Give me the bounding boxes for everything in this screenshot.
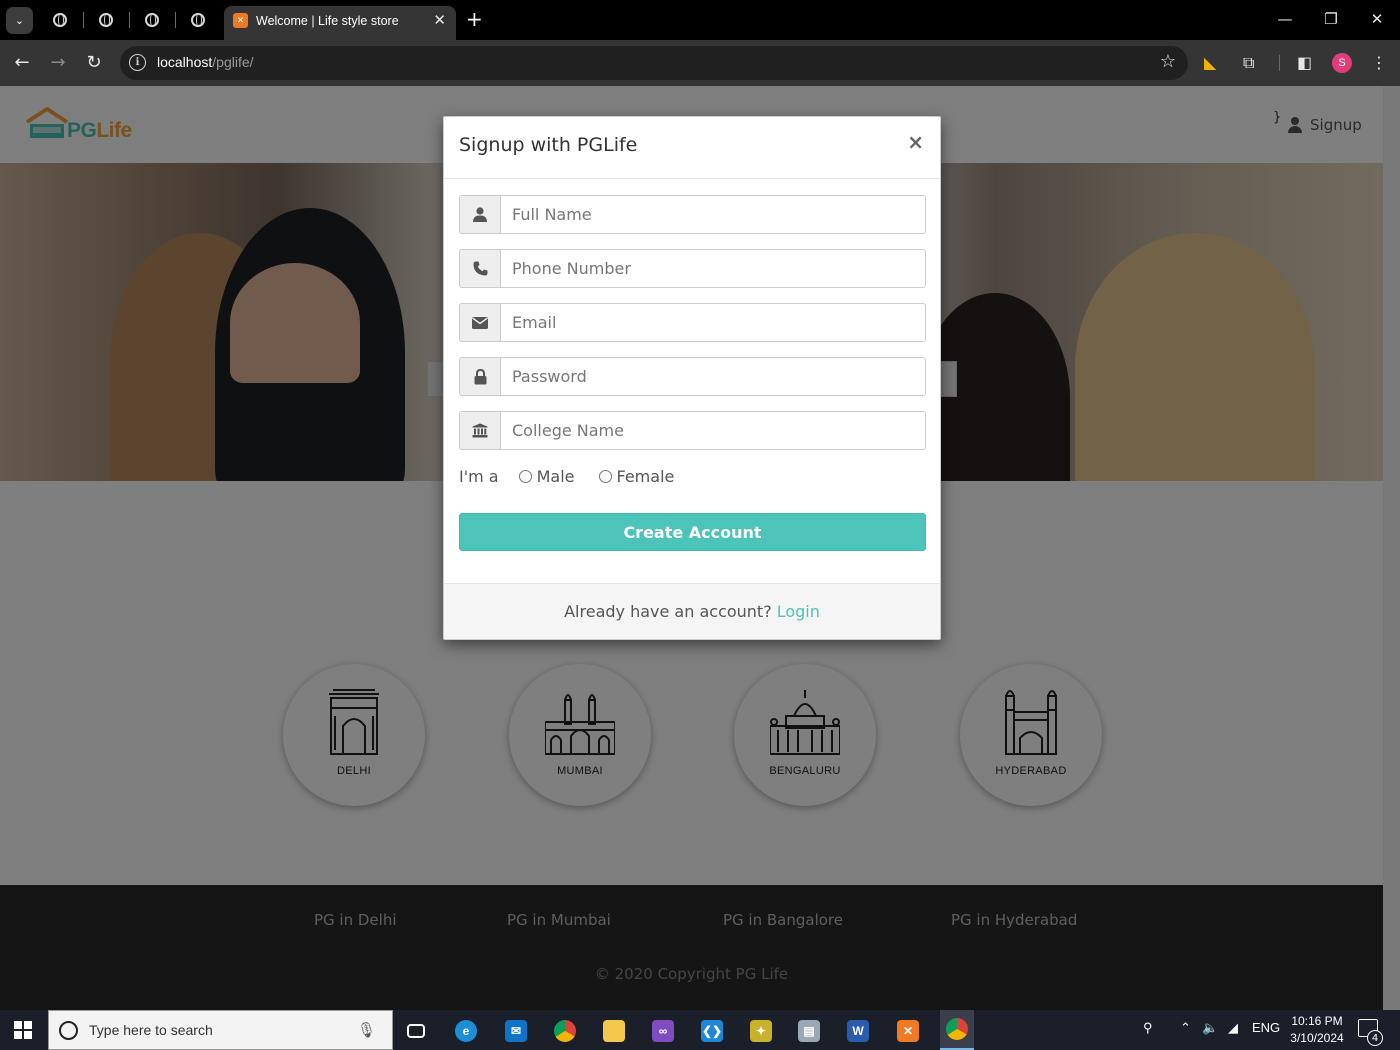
login-link[interactable]: Login	[777, 602, 820, 621]
profile-avatar[interactable]: S	[1332, 53, 1352, 73]
login-prompt-text: Already have an account?	[564, 602, 772, 621]
clock-date: 3/10/2024	[1290, 1031, 1344, 1045]
tab-search-button[interactable]: ⌄	[6, 7, 33, 34]
modal-title: Signup with PGLife	[459, 134, 638, 156]
visual-studio-icon[interactable]: ∞	[646, 1016, 680, 1046]
modal-footer: Already have an account? Login	[444, 583, 940, 639]
globe-icon	[191, 13, 205, 27]
address-bar[interactable]: i localhost/pglife/ ☆	[120, 46, 1188, 80]
gender-male-radio[interactable]	[518, 470, 532, 483]
phone-input[interactable]	[500, 249, 926, 288]
edge-app-icon[interactable]: e	[449, 1016, 483, 1046]
gender-prompt: I'm a	[459, 467, 499, 486]
tab-separator	[129, 12, 130, 28]
university-icon	[459, 411, 500, 450]
full-name-field	[459, 195, 926, 234]
gender-female-radio[interactable]	[598, 470, 612, 483]
toolbar-separator	[1279, 55, 1280, 71]
microphone-icon[interactable]: 🎙	[357, 1021, 376, 1039]
tab-separator	[83, 12, 84, 28]
tray-chevron-up-icon[interactable]: ⌃	[1180, 1020, 1191, 1036]
pinned-tab-1[interactable]	[48, 8, 72, 32]
file-explorer-icon[interactable]	[597, 1016, 631, 1046]
pinned-tab-4[interactable]	[186, 8, 210, 32]
globe-icon	[99, 13, 113, 27]
college-field	[459, 411, 926, 450]
mail-app-icon[interactable]: ✉	[499, 1016, 533, 1046]
wifi-icon[interactable]: ◢	[1228, 1020, 1238, 1036]
create-account-button[interactable]: Create Account	[459, 513, 926, 551]
taskbar-search-placeholder: Type here to search	[89, 1022, 213, 1038]
taskbar-search-box[interactable]: Type here to search 🎙	[48, 1010, 393, 1050]
tab-close-icon[interactable]: ✕	[433, 11, 446, 29]
email-field	[459, 303, 926, 342]
reload-icon[interactable]: ↻	[82, 51, 106, 75]
url-path: /pglife/	[212, 54, 254, 70]
tab-title: Welcome | Life style store	[256, 14, 399, 28]
notification-count-badge: 4	[1367, 1030, 1383, 1046]
xampp-favicon-icon: ✕	[233, 13, 248, 28]
lock-icon	[459, 357, 500, 396]
app-icon-window[interactable]: ▤	[792, 1016, 826, 1046]
globe-icon	[145, 13, 159, 27]
pinned-tab-3[interactable]	[140, 8, 164, 32]
url-host: localhost	[157, 54, 213, 70]
phone-field	[459, 249, 926, 288]
chrome-profile-app-icon[interactable]	[940, 1010, 974, 1050]
phone-icon	[459, 249, 500, 288]
extensions-puzzle-icon[interactable]: ⧉	[1243, 52, 1254, 74]
forward-arrow-icon[interactable]: →	[46, 51, 70, 75]
page-viewport: PGLife } Signup DELHI	[0, 86, 1400, 1010]
window-restore-icon[interactable]: ❐	[1319, 8, 1343, 30]
full-name-input[interactable]	[500, 195, 926, 234]
new-tab-plus-icon[interactable]: +	[466, 8, 483, 30]
word-app-icon[interactable]: W	[841, 1016, 875, 1046]
clock-time: 10:16 PM	[1291, 1014, 1343, 1028]
gender-female-label: Female	[616, 467, 675, 486]
pinned-tab-2[interactable]	[94, 8, 118, 32]
site-info-icon[interactable]: i	[129, 54, 146, 71]
side-panel-icon[interactable]: ◧	[1297, 52, 1312, 74]
window-close-icon[interactable]: ✕	[1365, 8, 1389, 30]
extension-icon[interactable]: ◣	[1204, 52, 1216, 74]
browser-menu-icon[interactable]: ⋮	[1371, 52, 1387, 74]
signup-modal: Signup with PGLife × Full Name Phone Num…	[443, 116, 941, 640]
xampp-app-icon[interactable]: ✕	[891, 1016, 925, 1046]
envelope-icon	[459, 303, 500, 342]
browser-tab-bar: ⌄ ✕ Welcome | Life style store ✕ + — ❐ ✕	[0, 0, 1400, 40]
windows-taskbar: Type here to search 🎙 e ✉ ∞ ❮❯ ✦ ▤ W ✕ ⚲…	[0, 1010, 1400, 1050]
windows-start-icon[interactable]	[14, 1021, 32, 1039]
globe-icon	[53, 13, 67, 27]
college-input[interactable]	[500, 411, 926, 450]
active-tab[interactable]: ✕ Welcome | Life style store ✕	[224, 6, 456, 40]
gender-selection: I'm a Male Female	[459, 467, 674, 486]
gender-male-label: Male	[536, 467, 575, 486]
people-icon[interactable]: ⚲	[1143, 1020, 1153, 1036]
email-input[interactable]	[500, 303, 926, 342]
language-indicator[interactable]: ENG	[1252, 1020, 1280, 1035]
cortana-circle-icon	[59, 1021, 78, 1040]
taskbar-clock[interactable]: 10:16 PM 3/10/2024	[1284, 1013, 1350, 1047]
user-icon	[459, 195, 500, 234]
task-view-icon[interactable]	[399, 1016, 433, 1046]
back-arrow-icon[interactable]: ←	[10, 51, 34, 75]
bookmark-star-icon[interactable]: ☆	[1160, 51, 1176, 72]
password-input[interactable]	[500, 357, 926, 396]
gender-male-option[interactable]: Male	[518, 467, 575, 486]
window-minimize-icon[interactable]: —	[1273, 8, 1297, 30]
vscode-icon[interactable]: ❮❯	[695, 1016, 729, 1046]
tab-separator	[175, 12, 176, 28]
password-field	[459, 357, 926, 396]
modal-close-button[interactable]: ×	[907, 132, 924, 152]
url-text[interactable]: localhost/pglife/	[157, 54, 254, 70]
volume-icon[interactable]: 🔈	[1202, 1020, 1218, 1036]
chrome-app-icon[interactable]	[548, 1016, 582, 1046]
app-icon-yellow[interactable]: ✦	[744, 1016, 778, 1046]
browser-toolbar: ← → ↻ i localhost/pglife/ ☆ ◣ ⧉ ◧ ⋮	[0, 40, 1400, 86]
modal-header: Signup with PGLife ×	[444, 117, 940, 179]
gender-female-option[interactable]: Female	[598, 467, 675, 486]
